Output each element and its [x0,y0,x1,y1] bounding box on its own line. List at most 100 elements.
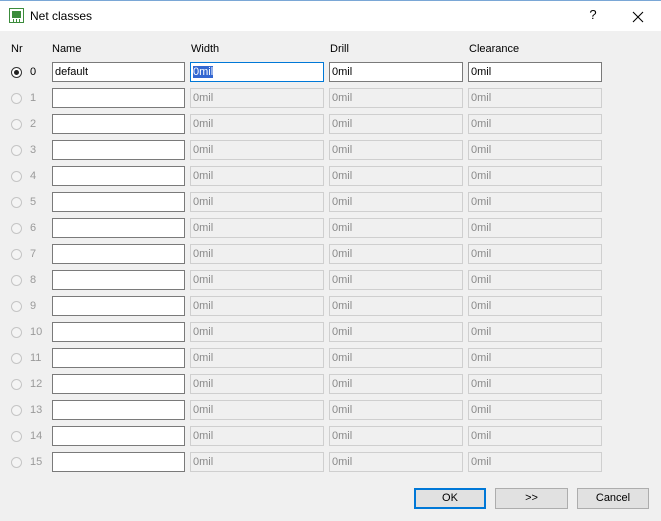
name-field[interactable] [52,218,185,238]
row-select-radio[interactable] [11,223,22,234]
name-field[interactable] [52,62,185,82]
width-field[interactable] [190,322,324,342]
table-row: 8 [0,270,661,296]
row-select-radio[interactable] [11,431,22,442]
table-row: 3 [0,140,661,166]
row-select-radio[interactable] [11,457,22,468]
row-select-radio[interactable] [11,301,22,312]
row-select-radio[interactable] [11,145,22,156]
table-row: 0 [0,62,661,88]
name-field[interactable] [52,426,185,446]
width-field[interactable] [190,296,324,316]
drill-field[interactable] [329,62,463,82]
width-field[interactable] [190,62,324,82]
drill-field[interactable] [329,348,463,368]
width-field[interactable] [190,374,324,394]
name-field[interactable] [52,374,185,394]
column-header-name: Name [52,43,82,55]
name-field[interactable] [52,322,185,342]
width-field[interactable] [190,140,324,160]
clearance-field[interactable] [468,296,602,316]
drill-field[interactable] [329,452,463,472]
table-row: 15 [0,452,661,478]
width-field[interactable] [190,426,324,446]
clearance-field[interactable] [468,426,602,446]
row-select-radio[interactable] [11,171,22,182]
drill-field[interactable] [329,296,463,316]
width-field[interactable] [190,218,324,238]
clearance-field[interactable] [468,140,602,160]
name-field[interactable] [52,270,185,290]
width-field[interactable] [190,348,324,368]
column-header-nr: Nr [11,43,23,55]
drill-field[interactable] [329,88,463,108]
row-select-radio[interactable] [11,353,22,364]
clearance-field[interactable] [468,192,602,212]
drill-field[interactable] [329,218,463,238]
cancel-button[interactable]: Cancel [577,488,649,509]
row-number: 15 [30,456,43,468]
name-field[interactable] [52,192,185,212]
row-number: 11 [30,352,42,364]
clearance-field[interactable] [468,218,602,238]
drill-field[interactable] [329,114,463,134]
width-field[interactable] [190,452,324,472]
row-select-radio[interactable] [11,249,22,260]
clearance-field[interactable] [468,62,602,82]
clearance-field[interactable] [468,374,602,394]
name-field[interactable] [52,244,185,264]
name-field[interactable] [52,140,185,160]
clearance-field[interactable] [468,270,602,290]
drill-field[interactable] [329,374,463,394]
width-field[interactable] [190,114,324,134]
ok-button[interactable]: OK [414,488,486,509]
help-button[interactable]: ? [583,7,603,25]
clearance-field[interactable] [468,400,602,420]
row-select-radio[interactable] [11,275,22,286]
name-field[interactable] [52,452,185,472]
row-select-radio[interactable] [11,327,22,338]
row-select-radio[interactable] [11,93,22,104]
drill-field[interactable] [329,166,463,186]
clearance-field[interactable] [468,244,602,264]
drill-field[interactable] [329,426,463,446]
name-field[interactable] [52,88,185,108]
name-field[interactable] [52,296,185,316]
clearance-field[interactable] [468,322,602,342]
row-select-radio[interactable] [11,197,22,208]
width-field[interactable] [190,166,324,186]
drill-field[interactable] [329,140,463,160]
width-field[interactable] [190,192,324,212]
drill-field[interactable] [329,192,463,212]
width-field[interactable] [190,270,324,290]
row-select-radio[interactable] [11,405,22,416]
clearance-field[interactable] [468,348,602,368]
drill-field[interactable] [329,400,463,420]
name-field[interactable] [52,400,185,420]
clearance-field[interactable] [468,88,602,108]
drill-field[interactable] [329,244,463,264]
close-button[interactable] [628,7,648,27]
row-select-radio[interactable] [11,379,22,390]
row-number: 10 [30,326,43,338]
clearance-field[interactable] [468,452,602,472]
clearance-field[interactable] [468,114,602,134]
row-select-radio[interactable] [11,67,22,78]
clearance-field[interactable] [468,166,602,186]
title-bar: Net classes ? [0,0,661,31]
row-select-radio[interactable] [11,119,22,130]
drill-field[interactable] [329,270,463,290]
row-number: 7 [30,248,37,260]
row-number: 3 [30,144,37,156]
table-row: 9 [0,296,661,322]
board-icon [9,8,24,23]
name-field[interactable] [52,114,185,134]
width-field[interactable] [190,244,324,264]
width-field[interactable] [190,400,324,420]
drill-field[interactable] [329,322,463,342]
name-field[interactable] [52,348,185,368]
row-number: 12 [30,378,43,390]
width-field[interactable] [190,88,324,108]
forward-button[interactable]: >> [495,488,568,509]
name-field[interactable] [52,166,185,186]
